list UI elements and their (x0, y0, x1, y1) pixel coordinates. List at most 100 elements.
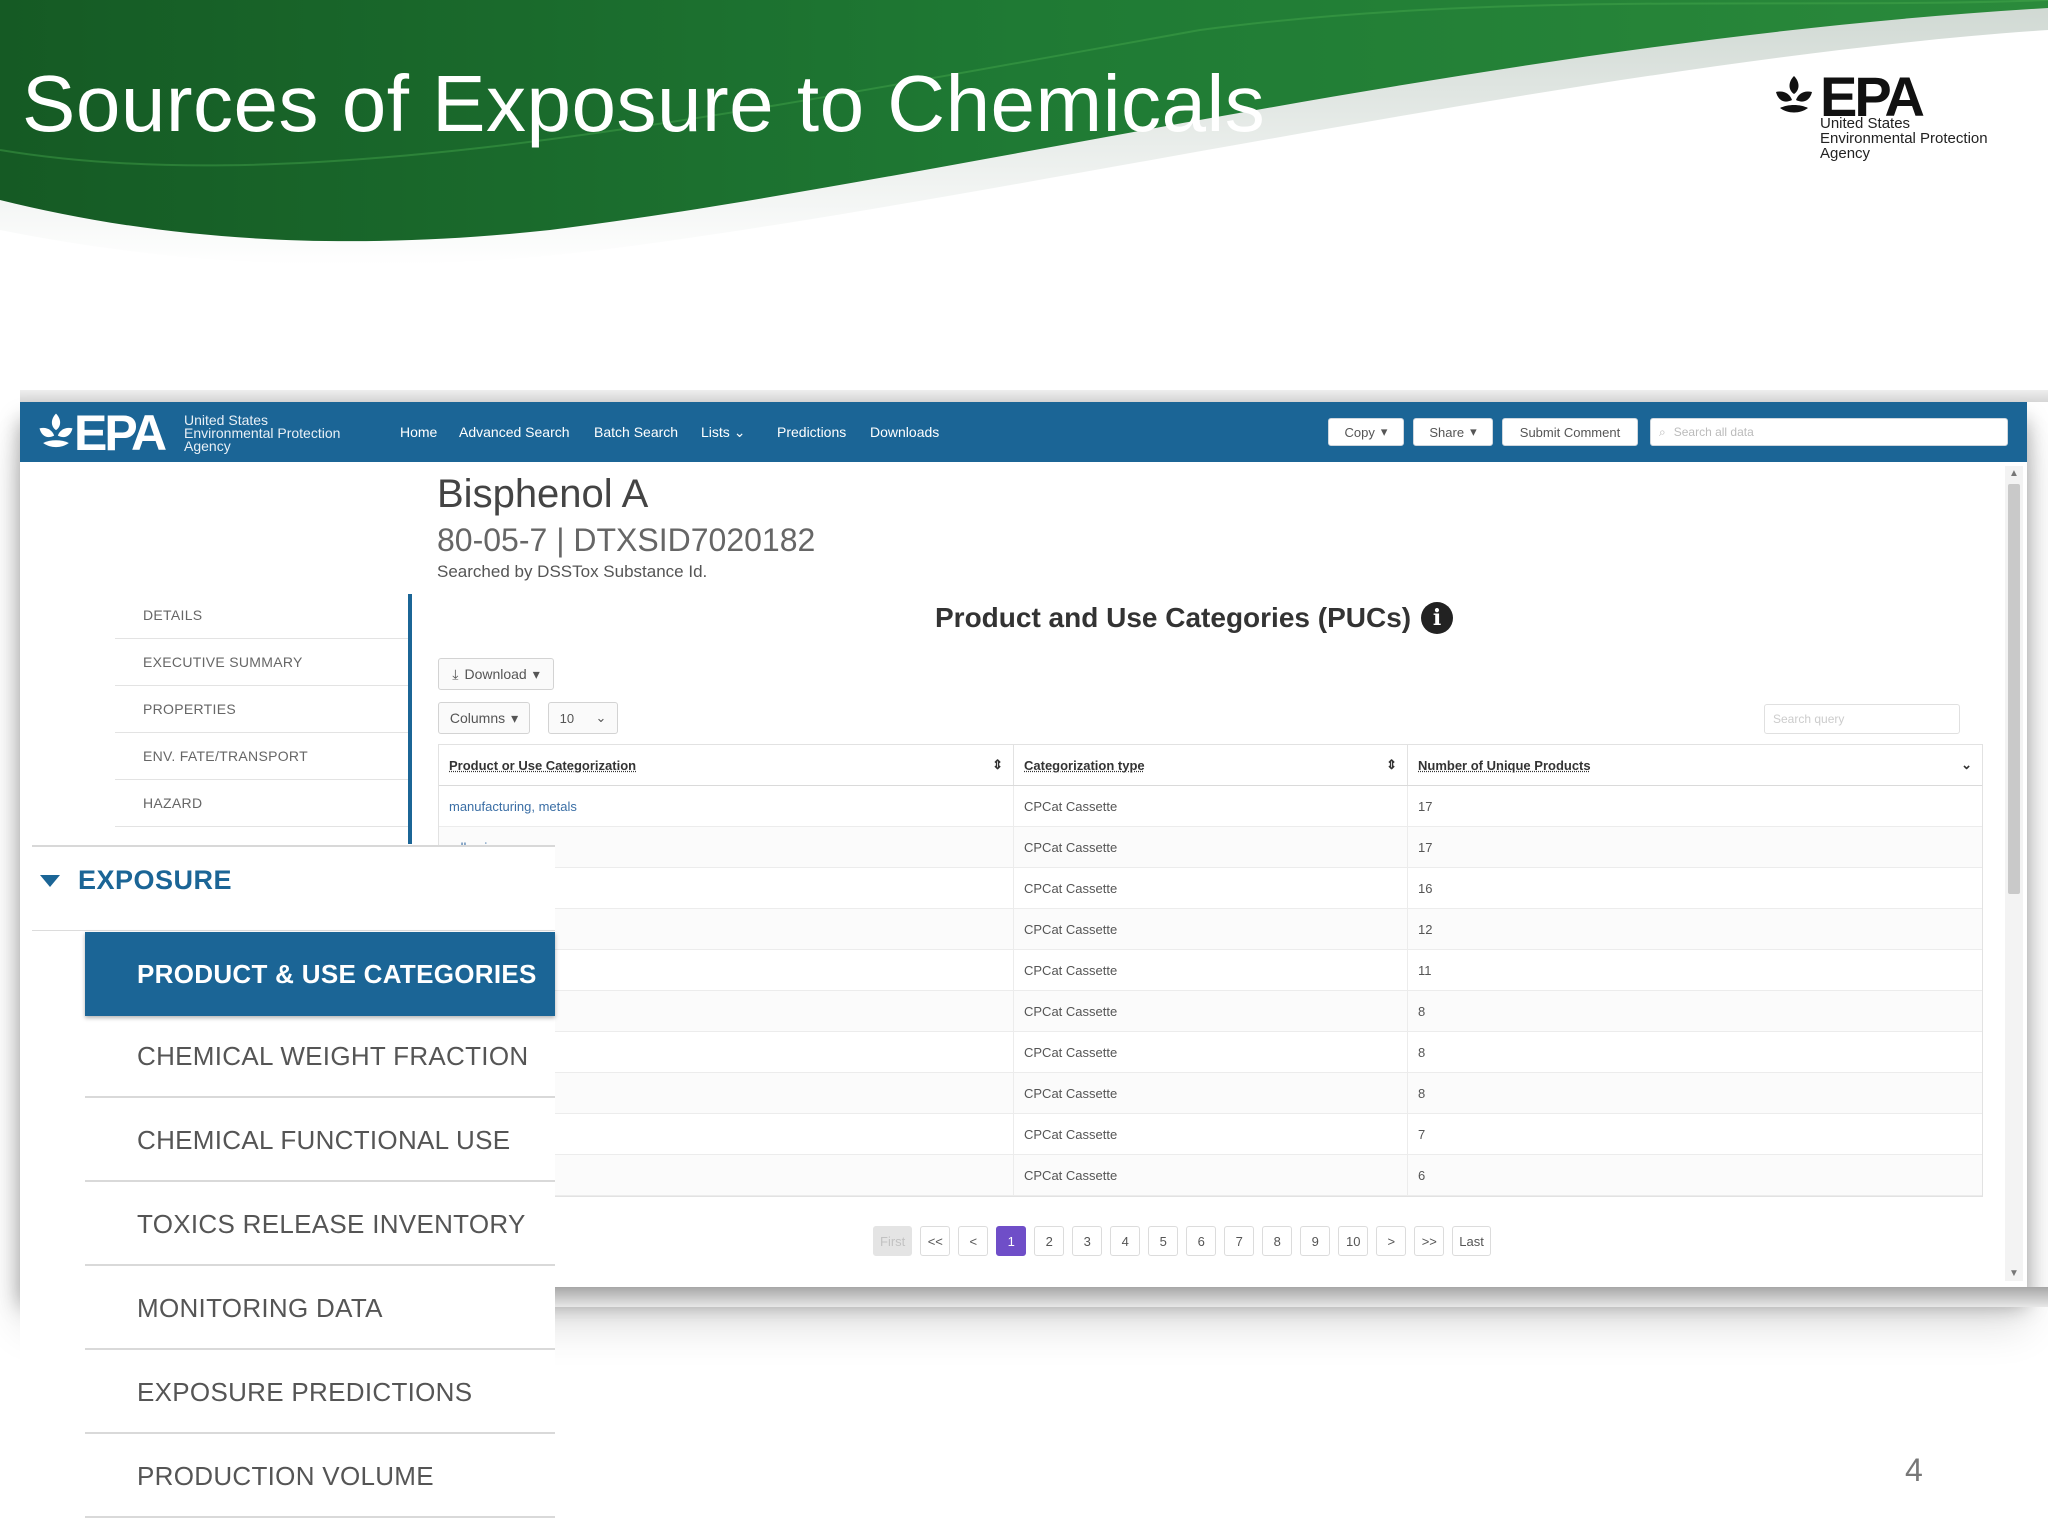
puc-table: Product or Use Categorization ⇕ Categoriz… (438, 744, 1983, 1197)
nav-lists[interactable]: Lists ⌄ (701, 424, 745, 441)
pager-button[interactable]: 1 (996, 1226, 1027, 1256)
scroll-up-icon[interactable]: ▲ (2009, 468, 2019, 479)
cell-unique-products: 8 (1418, 1003, 1426, 1019)
table-row: machinesCPCat Cassette12 (439, 909, 1982, 950)
page-number: 4 (1905, 1452, 1923, 1488)
pager-button[interactable]: 10 (1338, 1226, 1369, 1256)
cell-categorization[interactable]: manufacturing, metals (439, 786, 1014, 826)
pager-button[interactable]: 6 (1186, 1226, 1217, 1256)
nav-predictions[interactable]: Predictions (777, 424, 846, 440)
sidebar-item-executive-summary[interactable]: EXECUTIVE SUMMARY (115, 639, 410, 686)
pager-button[interactable]: << (920, 1226, 951, 1256)
epa-flower-icon (1776, 76, 1812, 113)
table-search-input[interactable]: Search query (1764, 704, 1960, 734)
sidebar-item-chemical-functional-use[interactable]: CHEMICAL FUNCTIONAL USE (85, 1100, 555, 1182)
global-search-input[interactable]: ⌕ Search all data (1650, 418, 2008, 446)
sidebar-item-chemical-weight-fraction[interactable]: CHEMICAL WEIGHT FRACTION (85, 1016, 555, 1098)
details-sidebar: DETAILS EXECUTIVE SUMMARY PROPERTIES ENV… (115, 592, 410, 827)
puc-title: Product and Use Categories (PUCs) i (935, 602, 1454, 634)
pagination: First << <1 2 3 4 5 6 7 8 9 10 > >> Last (873, 1226, 1491, 1256)
pager-button[interactable]: 5 (1148, 1226, 1179, 1256)
pager-button[interactable]: 9 (1300, 1226, 1331, 1256)
cell-type: CPCat Cassette (1014, 1155, 1408, 1195)
pager-button[interactable]: First (873, 1226, 913, 1256)
nav-batch-search[interactable]: Batch Search (594, 424, 678, 440)
sidebar-item-monitoring-data[interactable]: MONITORING DATA (85, 1268, 555, 1350)
sort-icon[interactable]: ⇕ (1386, 757, 1397, 773)
pager-button[interactable]: 8 (1262, 1226, 1293, 1256)
search-icon: ⌕ (1659, 424, 1666, 439)
table-row: CPCat Cassette 16 (439, 868, 1982, 909)
page-scrollbar[interactable]: ▲ ▼ (2005, 466, 2023, 1281)
column-header-unique-products[interactable]: Number of Unique Products ⌄ (1408, 745, 1982, 785)
pager-button[interactable]: Last (1452, 1226, 1491, 1256)
scrollbar-thumb[interactable] (2008, 484, 2020, 894)
table-body: manufacturing, metalsCPCat Cassette17adh… (439, 786, 1982, 1196)
chevron-down-icon: ⌄ (733, 424, 746, 440)
cell-type: CPCat Cassette (1014, 909, 1408, 949)
sidebar-item-properties[interactable]: PROPERTIES (115, 686, 410, 733)
expanded-triangle-icon (40, 874, 60, 887)
pager-button[interactable]: 2 (1034, 1226, 1065, 1256)
sort-icon[interactable]: ⇕ (992, 757, 1003, 773)
info-icon[interactable]: i (1421, 602, 1454, 634)
pager-button[interactable]: 4 (1110, 1226, 1141, 1256)
sidebar-item-hazard[interactable]: HAZARD (115, 780, 410, 827)
cell-unique-products: 11 (1418, 962, 1432, 978)
screenshot-top-edge (20, 390, 2048, 402)
nav-downloads[interactable]: Downloads (870, 424, 939, 440)
caret-down-icon: ▾ (1380, 424, 1388, 439)
share-button[interactable]: Share ▾ (1413, 418, 1493, 446)
cell-unique-products: 8 (1418, 1085, 1426, 1101)
table-header: Product or Use Categorization ⇕ Categoriz… (439, 745, 1982, 786)
epa-flower-icon (39, 413, 73, 448)
pager-button[interactable]: >> (1414, 1226, 1445, 1256)
cell-unique-products: 12 (1418, 921, 1433, 937)
chemical-identifiers: 80-05-7 | DTXSID7020182 (437, 522, 816, 558)
cell-type: CPCat Cassette (1014, 991, 1408, 1031)
sidebar-item-env-fate[interactable]: ENV. FATE/TRANSPORT (115, 733, 410, 780)
download-button[interactable]: ⤓ Download ▾ (438, 658, 554, 690)
sidebar-item-production-volume[interactable]: PRODUCTION VOLUME (85, 1436, 555, 1518)
pager-button[interactable]: 7 (1224, 1226, 1255, 1256)
pager-button[interactable]: 3 (1072, 1226, 1103, 1256)
table-row: metalsCPCat Cassette8 (439, 1032, 1982, 1073)
cell-type: CPCat Cassette (1014, 950, 1408, 990)
column-header-type[interactable]: Categorization type ⇕ (1014, 745, 1408, 785)
sidebar-item-details[interactable]: DETAILS (115, 592, 410, 639)
column-header-categorization[interactable]: Product or Use Categorization ⇕ (439, 745, 1014, 785)
table-row: CPCat Cassette 7 (439, 1114, 1982, 1155)
caret-down-icon: ▾ (511, 709, 519, 726)
cell-type: CPCat Cassette (1014, 868, 1408, 908)
table-row: plasticsCPCat Cassette11 (439, 950, 1982, 991)
cell-unique-products: 6 (1418, 1167, 1426, 1183)
columns-button[interactable]: Columns ▾ (438, 702, 530, 734)
sort-desc-icon[interactable]: ⌄ (1961, 757, 1972, 773)
header-swoosh (0, 0, 2048, 265)
exposure-section-divider (32, 930, 555, 931)
exposure-section-header[interactable]: EXPOSURE (40, 865, 232, 896)
cell-type: CPCat Cassette (1014, 1032, 1408, 1072)
nav-epa-logo[interactable]: EPA United States Environmental Protecti… (34, 405, 394, 461)
cell-type: CPCat Cassette (1014, 786, 1408, 826)
submit-comment-button[interactable]: Submit Comment (1502, 418, 1638, 446)
pager-button[interactable]: > (1376, 1226, 1407, 1256)
table-row: flooringCPCat Cassette8 (439, 991, 1982, 1032)
cell-unique-products: 8 (1418, 1044, 1426, 1060)
copy-button[interactable]: Copy ▾ (1328, 418, 1404, 446)
scroll-down-icon[interactable]: ▼ (2009, 1268, 2019, 1279)
pager-button[interactable]: < (958, 1226, 989, 1256)
sidebar-item-toxics-release-inventory[interactable]: TOXICS RELEASE INVENTORY (85, 1184, 555, 1266)
cell-unique-products: 17 (1418, 839, 1433, 855)
chevron-down-icon: ⌄ (595, 710, 607, 725)
sidebar-item-exposure-predictions[interactable]: EXPOSURE PREDICTIONS (85, 1352, 555, 1434)
nav-advanced-search[interactable]: Advanced Search (459, 424, 570, 440)
page-size-select[interactable]: 10 ⌄ (548, 702, 618, 734)
nav-home[interactable]: Home (400, 424, 437, 440)
caret-down-icon: ▾ (532, 665, 540, 682)
sidebar-active-indicator (408, 594, 412, 844)
table-row: CPCat Cassette 8 (439, 1073, 1982, 1114)
sidebar-item-product-use-categories[interactable]: PRODUCT & USE CATEGORIES (85, 932, 555, 1016)
zoomed-sidebar-divider (32, 845, 555, 847)
table-row: chemicalCPCat Cassette6 (439, 1155, 1982, 1196)
